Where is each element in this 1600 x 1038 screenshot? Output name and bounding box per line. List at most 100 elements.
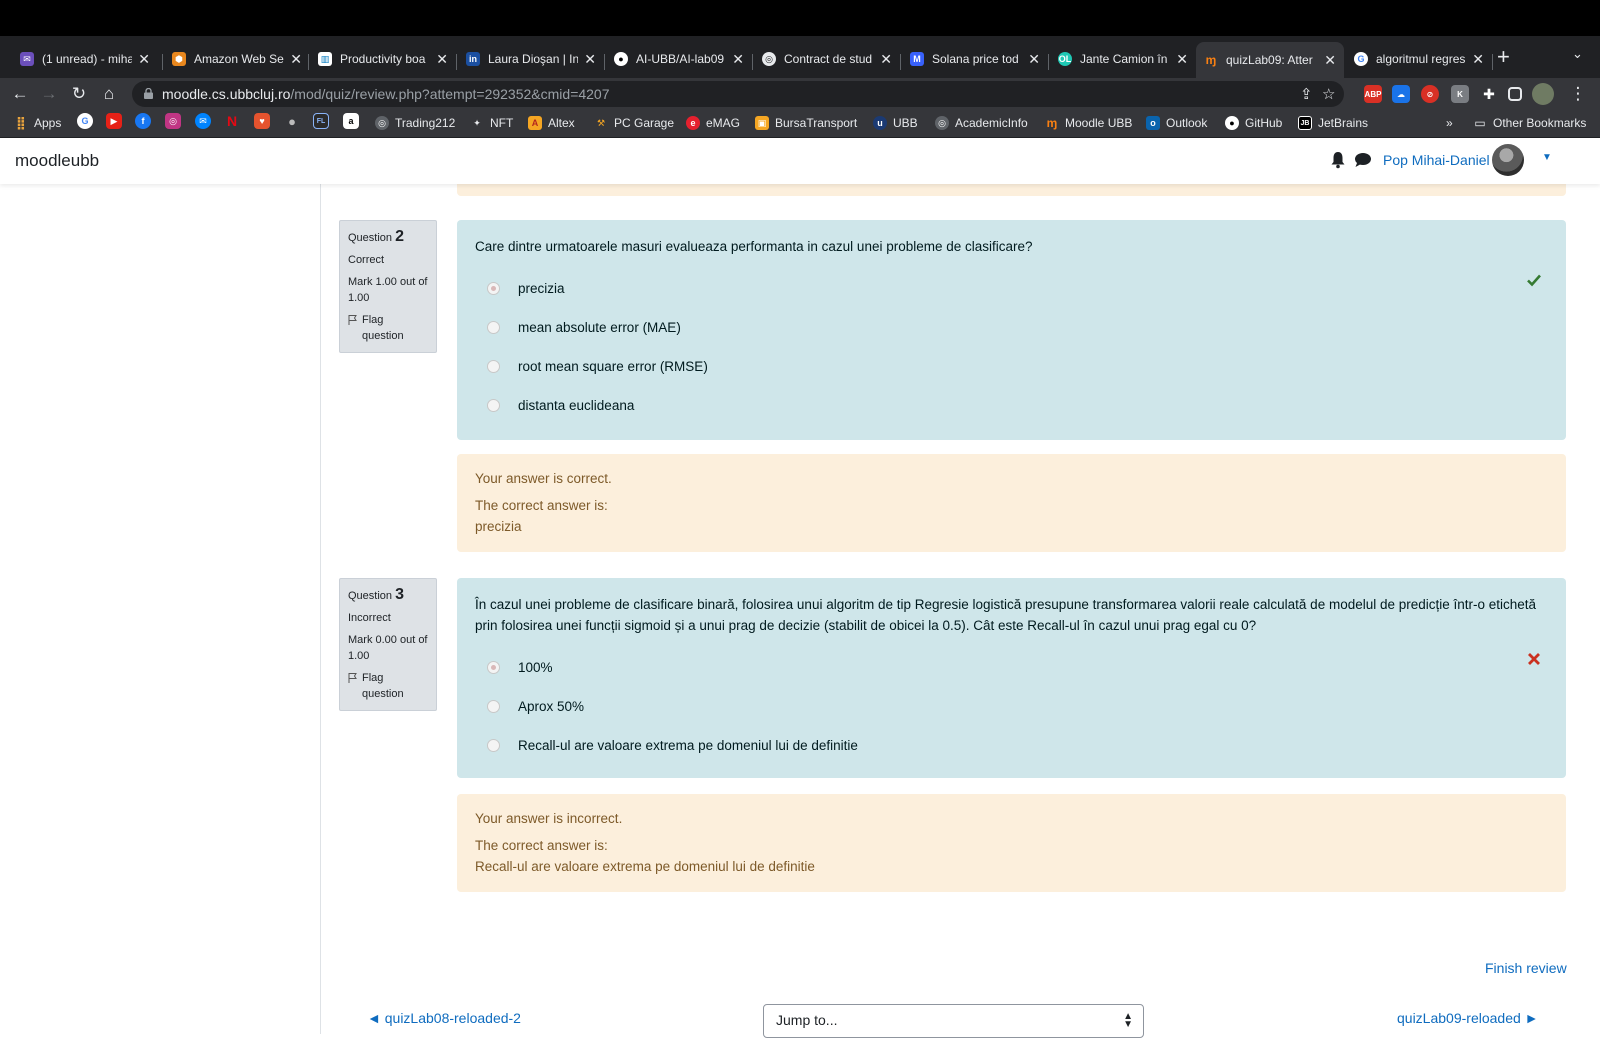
- tab-google[interactable]: G algoritmul regres ✕: [1346, 44, 1492, 74]
- tab-quiz-active[interactable]: ɱ quizLab09: Atter ✕: [1196, 42, 1344, 78]
- answer-option[interactable]: precizia: [475, 269, 1548, 308]
- close-icon[interactable]: ✕: [1028, 51, 1040, 68]
- close-icon[interactable]: ✕: [1176, 51, 1188, 68]
- bookmark-outlook[interactable]: o Outlook: [1146, 116, 1207, 130]
- tab-search-chevron-icon[interactable]: ⌄: [1572, 46, 1583, 62]
- close-icon[interactable]: ✕: [290, 51, 302, 68]
- bell-icon[interactable]: [1330, 151, 1346, 169]
- forward-icon[interactable]: →: [37, 82, 61, 106]
- profile-avatar-icon[interactable]: [1532, 83, 1554, 105]
- bookmark-star-icon[interactable]: ☆: [1322, 85, 1335, 103]
- apple-icon[interactable]: ●: [284, 113, 300, 129]
- google-icon[interactable]: G: [77, 113, 93, 129]
- side-panel-icon[interactable]: [1508, 87, 1522, 101]
- messenger-icon[interactable]: ✉: [195, 113, 211, 129]
- close-icon[interactable]: ✕: [436, 51, 448, 68]
- next-activity-link[interactable]: quizLab09-reloaded ►: [1397, 1010, 1539, 1026]
- flag-question-button[interactable]: Flag question: [348, 670, 428, 702]
- tab-mail[interactable]: ✉ (1 unread) - miha ✕: [12, 44, 158, 74]
- radio-button[interactable]: [487, 282, 500, 295]
- bookmark-ubb[interactable]: u UBB: [873, 116, 918, 130]
- right-answer: Recall-ul are valoare extrema pe domeniu…: [475, 859, 815, 874]
- extensions-puzzle-icon[interactable]: ✚: [1480, 85, 1498, 103]
- tab-solana[interactable]: M Solana price tod ✕: [902, 44, 1048, 74]
- tab-linkedin[interactable]: in Laura Dioşan | In ✕: [458, 44, 604, 74]
- youtube-icon[interactable]: ▶: [106, 113, 122, 129]
- pocket-icon[interactable]: ♥: [254, 113, 270, 129]
- close-icon[interactable]: ✕: [138, 51, 150, 68]
- close-icon[interactable]: ✕: [732, 51, 744, 68]
- bookmark-academicinfo[interactable]: ◎ AcademicInfo: [935, 116, 1028, 130]
- netflix-icon[interactable]: N: [224, 113, 240, 129]
- adblock-icon[interactable]: ABP: [1364, 85, 1382, 103]
- amazon-icon[interactable]: a: [343, 113, 359, 129]
- bookmark-jetbrains[interactable]: JB JetBrains: [1298, 116, 1368, 130]
- caret-down-icon[interactable]: ▼: [1542, 152, 1552, 163]
- new-tab-icon[interactable]: +: [1497, 44, 1510, 70]
- close-icon[interactable]: ✕: [880, 51, 892, 68]
- bookmark-trading212[interactable]: ◎ Trading212: [375, 116, 455, 130]
- bookmark-label: BursaTransport: [775, 116, 858, 130]
- answer-option[interactable]: Recall-ul are valoare extrema pe domeniu…: [475, 726, 1548, 765]
- home-icon[interactable]: ⌂: [97, 82, 121, 106]
- answer-option[interactable]: distanta euclideana: [475, 386, 1548, 425]
- address-bar[interactable]: moodle.cs.ubbcluj.ro/mod/quiz/review.php…: [132, 81, 1344, 107]
- close-icon[interactable]: ✕: [1472, 51, 1484, 68]
- bookmark-bursatransport[interactable]: ▣ BursaTransport: [755, 116, 857, 130]
- question-info: Question 3 Incorrect Mark 0.00 out of 1.…: [339, 578, 437, 711]
- reload-icon[interactable]: ↻: [67, 82, 91, 106]
- tab-trello[interactable]: ▥ Productivity boa ✕: [310, 44, 456, 74]
- user-menu[interactable]: Pop Mihai-Daniel ▼: [1330, 138, 1600, 184]
- chat-icon[interactable]: [1354, 152, 1372, 168]
- tab-contract[interactable]: ◎ Contract de stud ✕: [754, 44, 900, 74]
- answer-option[interactable]: Aprox 50%: [475, 687, 1548, 726]
- pcgarage-icon: ⚒: [596, 117, 606, 128]
- jump-to-select[interactable]: Jump to... ▲ ▼: [763, 1004, 1144, 1038]
- user-name[interactable]: Pop Mihai-Daniel: [1383, 152, 1490, 168]
- right-answer-label: The correct answer is:: [475, 838, 608, 853]
- radio-button[interactable]: [487, 321, 500, 334]
- radio-button[interactable]: [487, 700, 500, 713]
- bookmark-moodle-ubb[interactable]: ɱ Moodle UBB: [1045, 116, 1133, 130]
- bookmark-pcgarage[interactable]: ⚒ PC Garage: [594, 116, 674, 130]
- other-bookmarks-folder[interactable]: ▭ Other Bookmarks: [1473, 116, 1586, 130]
- extension-k-icon[interactable]: K: [1451, 85, 1469, 103]
- bookmark-apps[interactable]: ⣿ Apps: [14, 115, 61, 130]
- answer-option[interactable]: mean absolute error (MAE): [475, 308, 1548, 347]
- question-number: Question 2: [348, 229, 428, 246]
- radio-button[interactable]: [487, 739, 500, 752]
- radio-button[interactable]: [487, 399, 500, 412]
- user-avatar[interactable]: [1492, 144, 1524, 176]
- bookmark-label: Moodle UBB: [1065, 116, 1133, 130]
- finish-review-link[interactable]: Finish review: [1485, 960, 1567, 976]
- tab-title: Solana price tod: [932, 52, 1019, 66]
- tab-github[interactable]: ● AI-UBB/AI-lab09 ✕: [606, 44, 752, 74]
- question-formulation: În cazul unei probleme de clasificare bi…: [457, 578, 1566, 778]
- share-icon[interactable]: ⇪: [1300, 85, 1313, 103]
- back-icon[interactable]: ←: [8, 82, 32, 106]
- bookmark-nft[interactable]: ✦ NFT: [470, 116, 513, 130]
- cloud-extension-icon[interactable]: ☁: [1392, 85, 1410, 103]
- tab-aws[interactable]: ⬢ Amazon Web Ser ✕: [164, 44, 310, 74]
- bookmark-emag[interactable]: e eMAG: [686, 116, 740, 130]
- site-brand[interactable]: moodleubb: [15, 151, 99, 171]
- answer-option[interactable]: root mean square error (RMSE): [475, 347, 1548, 386]
- instagram-icon[interactable]: ◎: [165, 113, 181, 129]
- fl-icon[interactable]: FL: [313, 113, 329, 129]
- flag-question-button[interactable]: Flag question: [348, 312, 428, 344]
- facebook-icon[interactable]: f: [135, 113, 151, 129]
- radio-button[interactable]: [487, 661, 500, 674]
- radio-button[interactable]: [487, 360, 500, 373]
- answer-options: precizia mean absolute error (MAE) root …: [475, 269, 1548, 425]
- bookmark-github[interactable]: ● GitHub: [1225, 116, 1282, 130]
- previous-activity-link[interactable]: ◄ quizLab08-reloaded-2: [367, 1010, 521, 1026]
- bookmark-altex[interactable]: A Altex: [528, 116, 575, 130]
- answer-option[interactable]: 100%: [475, 648, 1548, 687]
- tab-jante[interactable]: OL Jante Camion în ✕: [1050, 44, 1196, 74]
- bookmark-label: Altex: [548, 116, 575, 130]
- close-icon[interactable]: ✕: [584, 51, 596, 68]
- browser-menu-icon[interactable]: ⋮: [1566, 82, 1590, 106]
- bookmarks-overflow-button[interactable]: »: [1446, 116, 1453, 130]
- close-icon[interactable]: ✕: [1324, 52, 1336, 69]
- block-extension-icon[interactable]: ⊘: [1421, 85, 1439, 103]
